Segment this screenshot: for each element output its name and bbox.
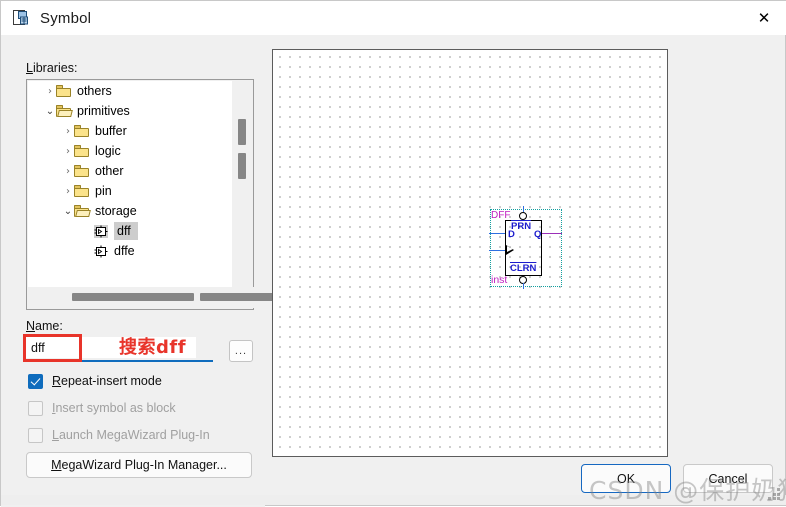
- q-output-wire: [542, 233, 562, 235]
- name-label-rest: ame:: [35, 319, 63, 333]
- tree-vscroll-thumb-2[interactable]: [238, 153, 246, 179]
- symbol-icon: [94, 224, 108, 238]
- pin-label-prn: PRN: [511, 221, 532, 232]
- megawizard-button-label: MegaWizard Plug-In Manager...: [51, 458, 227, 472]
- cb1-rest: nsert symbol as block: [55, 401, 176, 415]
- tree-vertical-scrollbar[interactable]: [232, 81, 252, 288]
- tree-item-logic[interactable]: › logic: [28, 141, 234, 161]
- folder-icon: [56, 85, 71, 97]
- checkbox-insert-symbol-as-block[interactable]: Insert symbol as block: [28, 399, 176, 417]
- prn-inversion-bubble: [519, 212, 527, 220]
- checkbox-insert-symbol-as-block-box[interactable]: [28, 400, 43, 416]
- folder-icon: [56, 105, 73, 117]
- checkbox-repeat-insert-mode[interactable]: Repeat-insert mode: [28, 372, 162, 390]
- folder-icon: [74, 145, 89, 157]
- close-icon[interactable]: ✕: [741, 1, 786, 35]
- name-label: Name:: [26, 319, 63, 333]
- mw-rest: egaWizard Plug-In Manager...: [61, 458, 227, 472]
- pin-label-q: Q: [534, 229, 542, 240]
- cb2-rest: aunch MegaWizard Plug-In: [58, 428, 210, 442]
- chevron-right-icon[interactable]: ›: [62, 185, 74, 197]
- libraries-label: Libraries:: [26, 61, 77, 75]
- chevron-right-icon[interactable]: ›: [62, 125, 74, 137]
- dialog-bottom-strip: [1, 495, 786, 505]
- chevron-right-icon[interactable]: ›: [62, 145, 74, 157]
- megawizard-plugin-manager-button[interactable]: MegaWizard Plug-In Manager...: [26, 452, 252, 478]
- checkbox-insert-symbol-as-block-label: Insert symbol as block: [52, 401, 176, 415]
- annotation-text: 搜索dff: [119, 337, 187, 358]
- tree-item-label: buffer: [95, 124, 127, 138]
- tree-hscroll-thumb-1[interactable]: [72, 293, 194, 301]
- cancel-button[interactable]: Cancel: [683, 464, 773, 493]
- clrn-pin-stub: [522, 283, 524, 289]
- checkbox-launch-megawizard-plugin-box[interactable]: [28, 427, 43, 443]
- cb0-accel: R: [52, 374, 62, 388]
- tree-item-label: dff: [114, 222, 138, 240]
- tree-item-label: other: [95, 164, 124, 178]
- checkbox-repeat-insert-mode-box[interactable]: [28, 373, 43, 389]
- tree-item-buffer[interactable]: › buffer: [28, 121, 234, 141]
- tree-item-primitives[interactable]: ⌄ primitives: [28, 101, 234, 121]
- mw-accel: M: [51, 458, 62, 472]
- title-bar: Symbol ✕: [1, 1, 786, 35]
- tree-item-dff[interactable]: dff: [28, 221, 234, 241]
- pin-label-clrn: CLRN: [510, 263, 537, 274]
- resize-grip[interactable]: [768, 488, 781, 501]
- folder-icon: [74, 165, 89, 177]
- chevron-right-icon[interactable]: ›: [62, 165, 74, 177]
- symbol-preview-pane[interactable]: DFF inst D Q PRN CLRN: [272, 49, 668, 457]
- tree-item-others[interactable]: › others: [28, 81, 234, 101]
- symbol-dialog: Symbol ✕ Libraries: › others ⌄ primitives › b…: [0, 0, 786, 507]
- preview-dot-grid: [275, 52, 667, 456]
- prn-pin-stub: [522, 206, 524, 212]
- tree-item-pin[interactable]: › pin: [28, 181, 234, 201]
- symbol-instance-label: inst: [491, 274, 508, 286]
- cb2-accel: L: [52, 428, 59, 442]
- chevron-down-icon[interactable]: ⌄: [62, 205, 74, 217]
- clk-input-wire: [489, 250, 505, 252]
- checkbox-launch-megawizard-plugin-label: Launch MegaWizard Plug-In: [52, 428, 210, 442]
- tree-item-label: storage: [95, 204, 137, 218]
- clock-edge-triangle-inner: [506, 246, 513, 253]
- tree-item-label: pin: [95, 184, 112, 198]
- chevron-down-icon[interactable]: ⌄: [44, 105, 56, 117]
- cb0-rest: epeat-insert mode: [61, 374, 162, 388]
- checkbox-repeat-insert-mode-label: Repeat-insert mode: [52, 374, 162, 388]
- tree-vscroll-thumb-1[interactable]: [238, 119, 246, 145]
- name-input-focus-underline: [26, 360, 213, 362]
- ok-button[interactable]: OK: [581, 464, 671, 493]
- dff-symbol[interactable]: DFF inst D Q PRN CLRN: [489, 206, 562, 289]
- checkbox-launch-megawizard-plugin[interactable]: Launch MegaWizard Plug-In: [28, 426, 210, 444]
- name-label-accel: N: [26, 319, 36, 333]
- symbol-document-icon: [12, 9, 30, 27]
- folder-icon: [74, 205, 91, 217]
- left-panel: Libraries: › others ⌄ primitives › buffer › log…: [1, 35, 316, 507]
- browse-button[interactable]: ...: [229, 340, 253, 362]
- d-input-wire: [489, 233, 505, 235]
- tree-item-storage[interactable]: ⌄ storage: [28, 201, 234, 221]
- tree-item-label: primitives: [77, 104, 130, 118]
- symbol-name-label: DFF: [491, 210, 511, 221]
- folder-icon: [74, 185, 89, 197]
- tree-item-dffe[interactable]: dffe: [28, 241, 234, 261]
- libraries-tree[interactable]: › others ⌄ primitives › buffer › logic › other › pi…: [26, 79, 316, 310]
- window-title: Symbol: [40, 9, 92, 27]
- folder-icon: [74, 125, 89, 137]
- tree-horizontal-scrollbar[interactable]: [28, 287, 316, 308]
- libraries-label-accel: L: [26, 61, 33, 75]
- libraries-tree-viewport[interactable]: › others ⌄ primitives › buffer › logic › other › pi…: [28, 81, 234, 288]
- libraries-label-rest: ibraries:: [32, 61, 78, 75]
- tree-item-other[interactable]: › other: [28, 161, 234, 181]
- symbol-icon: [94, 245, 108, 258]
- tree-item-label: others: [77, 84, 112, 98]
- tree-item-label: dffe: [114, 244, 135, 258]
- chevron-right-icon[interactable]: ›: [44, 85, 56, 97]
- tree-item-label: logic: [95, 144, 121, 158]
